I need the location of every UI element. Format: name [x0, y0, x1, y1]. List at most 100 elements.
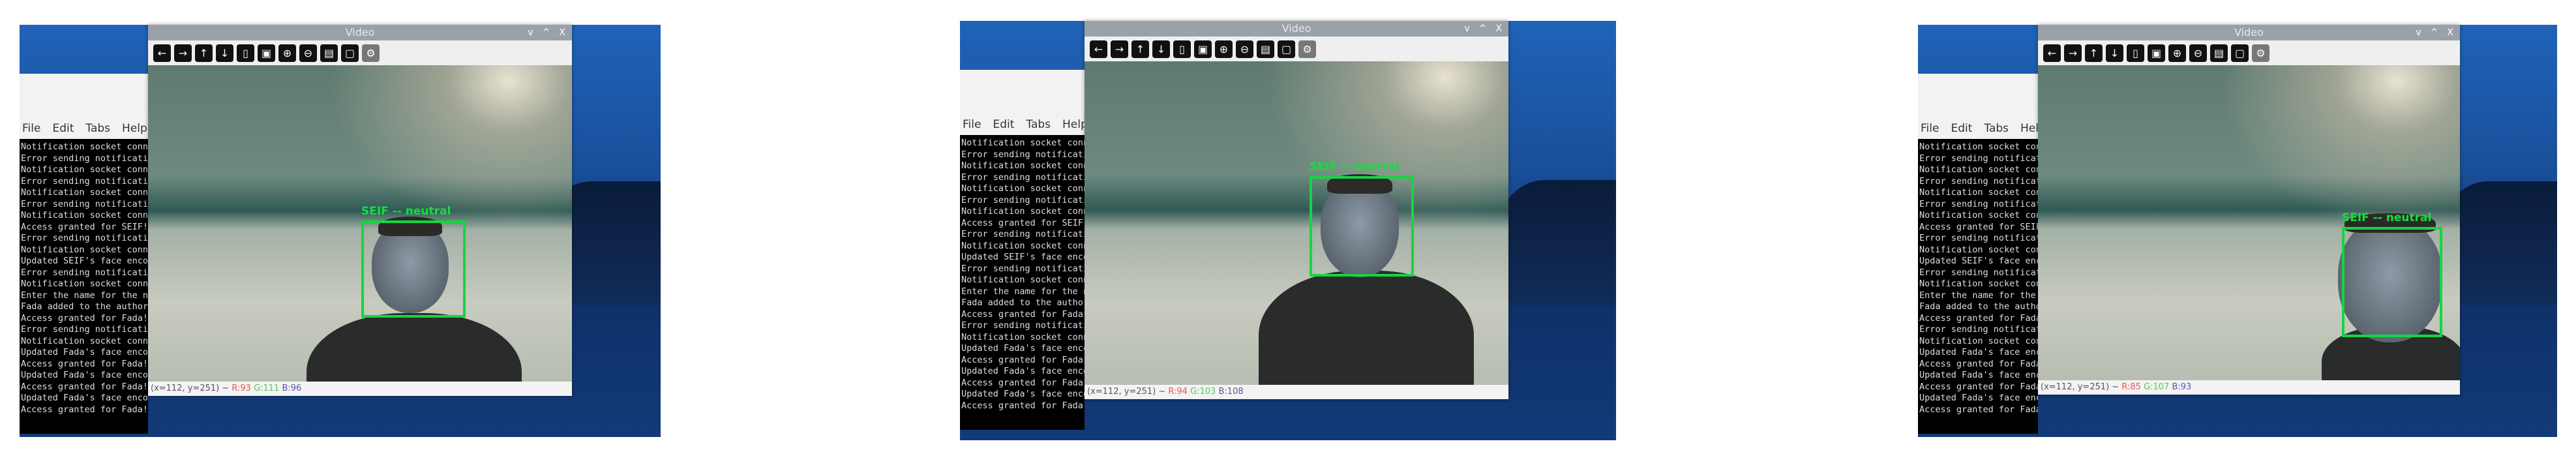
terminal-line: Enter the name for the n: [961, 286, 1085, 297]
terminal-output: Notification socket conn Error sending no…: [1918, 139, 2038, 434]
close-button[interactable]: X: [1495, 21, 1502, 37]
window-title: Video: [345, 26, 375, 38]
copy-icon[interactable]: ▢: [2231, 44, 2249, 62]
video-toolbar: ← → ↑ ↓ ▯ ▣ ⊕ ⊖ ▤ ▢ ⚙: [148, 40, 572, 65]
close-button[interactable]: X: [2447, 25, 2453, 40]
zoom-out-icon[interactable]: ⊖: [299, 44, 317, 62]
terminal-header: File Edit Tabs Help: [960, 70, 1088, 135]
zoom-out-icon[interactable]: ⊖: [2189, 44, 2207, 62]
menu-item-edit[interactable]: Edit: [52, 122, 74, 135]
save-icon[interactable]: ▤: [320, 44, 338, 62]
terminal-line: Notification socket conn: [961, 331, 1085, 342]
menu-item-file[interactable]: File: [963, 118, 981, 131]
status-coordinates: (x=112, y=251) ~: [1087, 387, 1169, 397]
video-feed: SEIF -- neutral: [2038, 65, 2460, 380]
status-coordinates: (x=112, y=251) ~: [2041, 382, 2122, 392]
terminal-line: Notification socket conn: [21, 142, 148, 152]
save-icon[interactable]: ▤: [2210, 44, 2228, 62]
zoom-fit-icon[interactable]: ▯: [1173, 40, 1191, 58]
terminal-line: Enter the name for the n: [21, 290, 148, 301]
terminal-line: Updated Fada's face enco: [21, 393, 148, 403]
terminal-lines: Notification socket conn Error sending no…: [961, 138, 1085, 412]
terminal-line: Error sending notificati: [21, 198, 148, 209]
copy-icon[interactable]: ▢: [341, 44, 359, 62]
menu-item-file[interactable]: File: [22, 122, 40, 135]
menu-item-tabs[interactable]: Tabs: [85, 122, 110, 135]
arrow-right-icon[interactable]: →: [2064, 44, 2082, 62]
zoom-fit-icon[interactable]: ▯: [237, 44, 254, 62]
zoom-in-icon[interactable]: ⊕: [278, 44, 296, 62]
terminal-line: Notification socket conn: [1919, 210, 2038, 220]
properties-icon[interactable]: ⚙: [362, 44, 380, 62]
arrow-up-icon[interactable]: ↑: [2085, 44, 2103, 62]
minimize-button[interactable]: v: [1464, 21, 1469, 37]
menu-item-tabs[interactable]: Tabs: [1984, 122, 2009, 135]
menu-item-edit[interactable]: Edit: [993, 118, 1014, 131]
terminal-line: Notification socket conn: [961, 183, 1085, 194]
arrow-down-icon[interactable]: ↓: [2106, 44, 2123, 62]
arrow-left-icon[interactable]: ←: [153, 44, 171, 62]
terminal-line: Updated Fada's face enco: [961, 343, 1085, 354]
menu-item-file[interactable]: File: [1921, 122, 1939, 135]
terminal-line: Updated Fada's face enco: [961, 366, 1085, 376]
menu-item-help[interactable]: Help: [1062, 118, 1088, 131]
window-title: Video: [1281, 22, 1311, 35]
person-torso: [307, 313, 522, 382]
properties-icon[interactable]: ⚙: [2252, 44, 2269, 62]
terminal-line: Error sending notificati: [1919, 175, 2038, 187]
arrow-right-icon[interactable]: →: [174, 44, 192, 62]
terminal-line: Notification socket conn: [961, 206, 1085, 217]
terminal-line: Error sending notificati: [961, 263, 1085, 274]
terminal-line: Access granted for Fada!: [961, 377, 1085, 388]
zoom-actual-icon[interactable]: ▣: [258, 44, 275, 62]
terminal-line: Error sending notificati: [21, 324, 148, 335]
terminal-menubar: File Edit Tabs Help: [1921, 122, 2046, 135]
terminal-output: Notification socket conn Error sending no…: [20, 139, 148, 434]
terminal-line: Access granted for Fada!: [1919, 358, 2038, 369]
menu-item-tabs[interactable]: Tabs: [1026, 118, 1051, 131]
window-title-bar[interactable]: Video v ^ X: [148, 25, 572, 40]
window-controls: v ^ X: [1464, 21, 1502, 37]
maximize-button[interactable]: ^: [2431, 25, 2438, 40]
arrow-right-icon[interactable]: →: [1111, 40, 1128, 58]
maximize-button[interactable]: ^: [1479, 21, 1487, 37]
zoom-out-icon[interactable]: ⊖: [1236, 40, 1253, 58]
window-title-bar[interactable]: Video v ^ X: [1085, 21, 1508, 37]
terminal-lines: Notification socket conn Error sending no…: [21, 142, 148, 415]
arrow-up-icon[interactable]: ↑: [195, 44, 213, 62]
close-button[interactable]: X: [559, 25, 565, 40]
status-green-value: G:111: [254, 384, 282, 393]
properties-icon[interactable]: ⚙: [1298, 40, 1316, 58]
zoom-fit-icon[interactable]: ▯: [2127, 44, 2144, 62]
minimize-button[interactable]: v: [528, 25, 533, 40]
zoom-actual-icon[interactable]: ▣: [1194, 40, 1212, 58]
arrow-up-icon[interactable]: ↑: [1131, 40, 1149, 58]
maximize-button[interactable]: ^: [543, 25, 550, 40]
arrow-left-icon[interactable]: ←: [2043, 44, 2061, 62]
status-red-value: R:85: [2121, 382, 2144, 392]
minimize-button[interactable]: v: [2416, 25, 2421, 40]
terminal-line: Notification socket conn: [961, 275, 1085, 285]
terminal-line: Fada added to the author: [21, 301, 148, 312]
arrow-down-icon[interactable]: ↓: [216, 44, 233, 62]
terminal-line: Access granted for Fada!: [961, 309, 1085, 320]
zoom-in-icon[interactable]: ⊕: [2168, 44, 2186, 62]
zoom-in-icon[interactable]: ⊕: [1215, 40, 1233, 58]
terminal-line: Access granted for Fada!: [1919, 404, 2038, 415]
zoom-actual-icon[interactable]: ▣: [2148, 44, 2165, 62]
copy-icon[interactable]: ▢: [1278, 40, 1295, 58]
terminal-menubar: File Edit Tabs Help: [22, 122, 147, 135]
window-title-bar[interactable]: Video v ^ X: [2038, 25, 2460, 40]
menu-item-edit[interactable]: Edit: [1951, 122, 1972, 135]
terminal-line: Enter the name for the n: [1919, 290, 2038, 301]
arrow-down-icon[interactable]: ↓: [1152, 40, 1170, 58]
menu-item-help[interactable]: Help: [122, 122, 147, 135]
video-window: Video v ^ X ← → ↑ ↓ ▯ ▣ ⊕ ⊖ ▤ ▢ ⚙ SEIF -- neutral (x=112…: [148, 25, 572, 396]
status-blue-value: B:93: [2172, 382, 2192, 392]
save-icon[interactable]: ▤: [1257, 40, 1274, 58]
pixel-status-bar: (x=112, y=251) ~ R:94 G:103 B:108: [1085, 385, 1508, 399]
terminal-line: Error sending notificati: [961, 172, 1085, 183]
arrow-left-icon[interactable]: ←: [1090, 40, 1107, 58]
terminal-line: Notification socket conn: [961, 240, 1085, 251]
pixel-status-bar: (x=112, y=251) ~ R:93 G:111 B:96: [148, 382, 572, 396]
